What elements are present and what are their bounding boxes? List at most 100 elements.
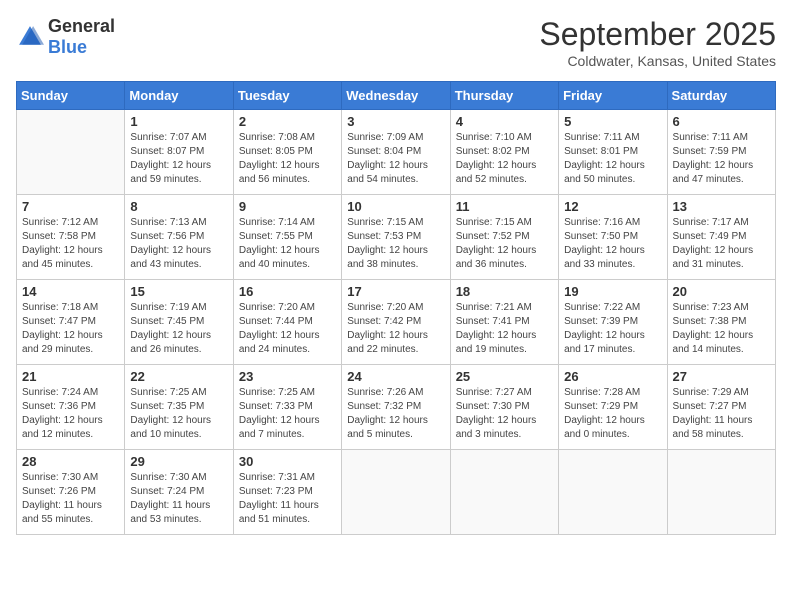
calendar-cell: 9Sunrise: 7:14 AM Sunset: 7:55 PM Daylig… (233, 195, 341, 280)
day-info: Sunrise: 7:21 AM Sunset: 7:41 PM Dayligh… (456, 301, 553, 357)
day-number: 1 (130, 114, 227, 129)
day-info: Sunrise: 7:26 AM Sunset: 7:32 PM Dayligh… (347, 386, 444, 442)
month-title: September 2025 (539, 16, 776, 53)
weekday-header-row: SundayMondayTuesdayWednesdayThursdayFrid… (17, 82, 776, 110)
day-info: Sunrise: 7:16 AM Sunset: 7:50 PM Dayligh… (564, 216, 661, 272)
calendar-cell: 21Sunrise: 7:24 AM Sunset: 7:36 PM Dayli… (17, 365, 125, 450)
day-info: Sunrise: 7:07 AM Sunset: 8:07 PM Dayligh… (130, 131, 227, 187)
calendar-cell (342, 450, 450, 535)
day-info: Sunrise: 7:28 AM Sunset: 7:29 PM Dayligh… (564, 386, 661, 442)
day-info: Sunrise: 7:22 AM Sunset: 7:39 PM Dayligh… (564, 301, 661, 357)
day-number: 7 (22, 199, 119, 214)
day-number: 17 (347, 284, 444, 299)
day-info: Sunrise: 7:30 AM Sunset: 7:26 PM Dayligh… (22, 471, 119, 527)
weekday-header-sunday: Sunday (17, 82, 125, 110)
day-info: Sunrise: 7:11 AM Sunset: 8:01 PM Dayligh… (564, 131, 661, 187)
calendar-cell: 5 Sunrise: 7:11 AM Sunset: 8:01 PM Daylig… (559, 110, 667, 195)
day-info: Sunrise: 7:17 AM Sunset: 7:49 PM Dayligh… (673, 216, 770, 272)
day-number: 30 (239, 454, 336, 469)
day-info: Sunrise: 7:27 AM Sunset: 7:30 PM Dayligh… (456, 386, 553, 442)
calendar-cell: 28Sunrise: 7:30 AM Sunset: 7:26 PM Dayli… (17, 450, 125, 535)
calendar-cell: 22 Sunrise: 7:25 AM Sunset: 7:35 PM Dayli… (125, 365, 233, 450)
week-row-2: 7 Sunrise: 7:12 AM Sunset: 7:58 PM Daylig… (17, 195, 776, 280)
weekday-header-tuesday: Tuesday (233, 82, 341, 110)
day-info: Sunrise: 7:29 AM Sunset: 7:27 PM Dayligh… (673, 386, 770, 442)
day-info: Sunrise: 7:31 AM Sunset: 7:23 PM Dayligh… (239, 471, 336, 527)
calendar-cell: 6 Sunrise: 7:11 AM Sunset: 7:59 PM Daylig… (667, 110, 775, 195)
day-number: 16 (239, 284, 336, 299)
calendar-cell: 16 Sunrise: 7:20 AM Sunset: 7:44 PM Dayli… (233, 280, 341, 365)
calendar-cell: 15 Sunrise: 7:19 AM Sunset: 7:45 PM Dayli… (125, 280, 233, 365)
day-number: 2 (239, 114, 336, 129)
day-number: 18 (456, 284, 553, 299)
day-number: 20 (673, 284, 770, 299)
day-number: 14 (22, 284, 119, 299)
weekday-header-wednesday: Wednesday (342, 82, 450, 110)
day-info: Sunrise: 7:15 AM Sunset: 7:52 PM Dayligh… (456, 216, 553, 272)
calendar-cell: 2Sunrise: 7:08 AM Sunset: 8:05 PM Daylig… (233, 110, 341, 195)
location-subtitle: Coldwater, Kansas, United States (539, 53, 776, 69)
day-number: 5 (564, 114, 661, 129)
day-info: Sunrise: 7:20 AM Sunset: 7:44 PM Dayligh… (239, 301, 336, 357)
day-info: Sunrise: 7:13 AM Sunset: 7:56 PM Dayligh… (130, 216, 227, 272)
calendar-cell (450, 450, 558, 535)
day-number: 11 (456, 199, 553, 214)
day-info: Sunrise: 7:24 AM Sunset: 7:36 PM Dayligh… (22, 386, 119, 442)
logo: General Blue (16, 16, 115, 58)
calendar-cell: 19 Sunrise: 7:22 AM Sunset: 7:39 PM Dayli… (559, 280, 667, 365)
calendar-cell: 3Sunrise: 7:09 AM Sunset: 8:04 PM Daylig… (342, 110, 450, 195)
day-number: 22 (130, 369, 227, 384)
weekday-header-saturday: Saturday (667, 82, 775, 110)
day-number: 29 (130, 454, 227, 469)
calendar-cell: 18 Sunrise: 7:21 AM Sunset: 7:41 PM Dayli… (450, 280, 558, 365)
day-number: 27 (673, 369, 770, 384)
weekday-header-friday: Friday (559, 82, 667, 110)
week-row-3: 14Sunrise: 7:18 AM Sunset: 7:47 PM Dayli… (17, 280, 776, 365)
day-info: Sunrise: 7:19 AM Sunset: 7:45 PM Dayligh… (130, 301, 227, 357)
calendar-cell: 17Sunrise: 7:20 AM Sunset: 7:42 PM Dayli… (342, 280, 450, 365)
day-number: 15 (130, 284, 227, 299)
day-number: 10 (347, 199, 444, 214)
calendar-cell: 8 Sunrise: 7:13 AM Sunset: 7:56 PM Daylig… (125, 195, 233, 280)
calendar-cell (667, 450, 775, 535)
day-number: 8 (130, 199, 227, 214)
day-info: Sunrise: 7:25 AM Sunset: 7:35 PM Dayligh… (130, 386, 227, 442)
calendar-cell: 24Sunrise: 7:26 AM Sunset: 7:32 PM Dayli… (342, 365, 450, 450)
calendar-cell (17, 110, 125, 195)
weekday-header-monday: Monday (125, 82, 233, 110)
calendar-table: SundayMondayTuesdayWednesdayThursdayFrid… (16, 81, 776, 535)
header: General Blue September 2025 Coldwater, K… (16, 16, 776, 69)
calendar-cell: 13 Sunrise: 7:17 AM Sunset: 7:49 PM Dayli… (667, 195, 775, 280)
logo-icon (16, 23, 44, 51)
day-info: Sunrise: 7:10 AM Sunset: 8:02 PM Dayligh… (456, 131, 553, 187)
day-number: 12 (564, 199, 661, 214)
calendar-cell: 7 Sunrise: 7:12 AM Sunset: 7:58 PM Daylig… (17, 195, 125, 280)
calendar-cell: 23Sunrise: 7:25 AM Sunset: 7:33 PM Dayli… (233, 365, 341, 450)
calendar-cell: 27 Sunrise: 7:29 AM Sunset: 7:27 PM Dayli… (667, 365, 775, 450)
calendar-cell: 14Sunrise: 7:18 AM Sunset: 7:47 PM Dayli… (17, 280, 125, 365)
day-info: Sunrise: 7:30 AM Sunset: 7:24 PM Dayligh… (130, 471, 227, 527)
day-info: Sunrise: 7:11 AM Sunset: 7:59 PM Dayligh… (673, 131, 770, 187)
day-number: 6 (673, 114, 770, 129)
calendar-cell: 25Sunrise: 7:27 AM Sunset: 7:30 PM Dayli… (450, 365, 558, 450)
title-block: September 2025 Coldwater, Kansas, United… (539, 16, 776, 69)
day-number: 13 (673, 199, 770, 214)
calendar-cell: 11 Sunrise: 7:15 AM Sunset: 7:52 PM Dayli… (450, 195, 558, 280)
logo-general: General (48, 16, 115, 36)
week-row-1: 1 Sunrise: 7:07 AM Sunset: 8:07 PM Daylig… (17, 110, 776, 195)
day-number: 4 (456, 114, 553, 129)
day-info: Sunrise: 7:14 AM Sunset: 7:55 PM Dayligh… (239, 216, 336, 272)
week-row-4: 21Sunrise: 7:24 AM Sunset: 7:36 PM Dayli… (17, 365, 776, 450)
calendar-cell: 26Sunrise: 7:28 AM Sunset: 7:29 PM Dayli… (559, 365, 667, 450)
week-row-5: 28Sunrise: 7:30 AM Sunset: 7:26 PM Dayli… (17, 450, 776, 535)
day-info: Sunrise: 7:23 AM Sunset: 7:38 PM Dayligh… (673, 301, 770, 357)
calendar-cell: 30 Sunrise: 7:31 AM Sunset: 7:23 PM Dayli… (233, 450, 341, 535)
calendar-cell: 1 Sunrise: 7:07 AM Sunset: 8:07 PM Daylig… (125, 110, 233, 195)
day-number: 19 (564, 284, 661, 299)
logo-blue: Blue (48, 37, 87, 57)
day-info: Sunrise: 7:12 AM Sunset: 7:58 PM Dayligh… (22, 216, 119, 272)
day-info: Sunrise: 7:15 AM Sunset: 7:53 PM Dayligh… (347, 216, 444, 272)
calendar-cell: 29 Sunrise: 7:30 AM Sunset: 7:24 PM Dayli… (125, 450, 233, 535)
day-number: 3 (347, 114, 444, 129)
day-info: Sunrise: 7:25 AM Sunset: 7:33 PM Dayligh… (239, 386, 336, 442)
